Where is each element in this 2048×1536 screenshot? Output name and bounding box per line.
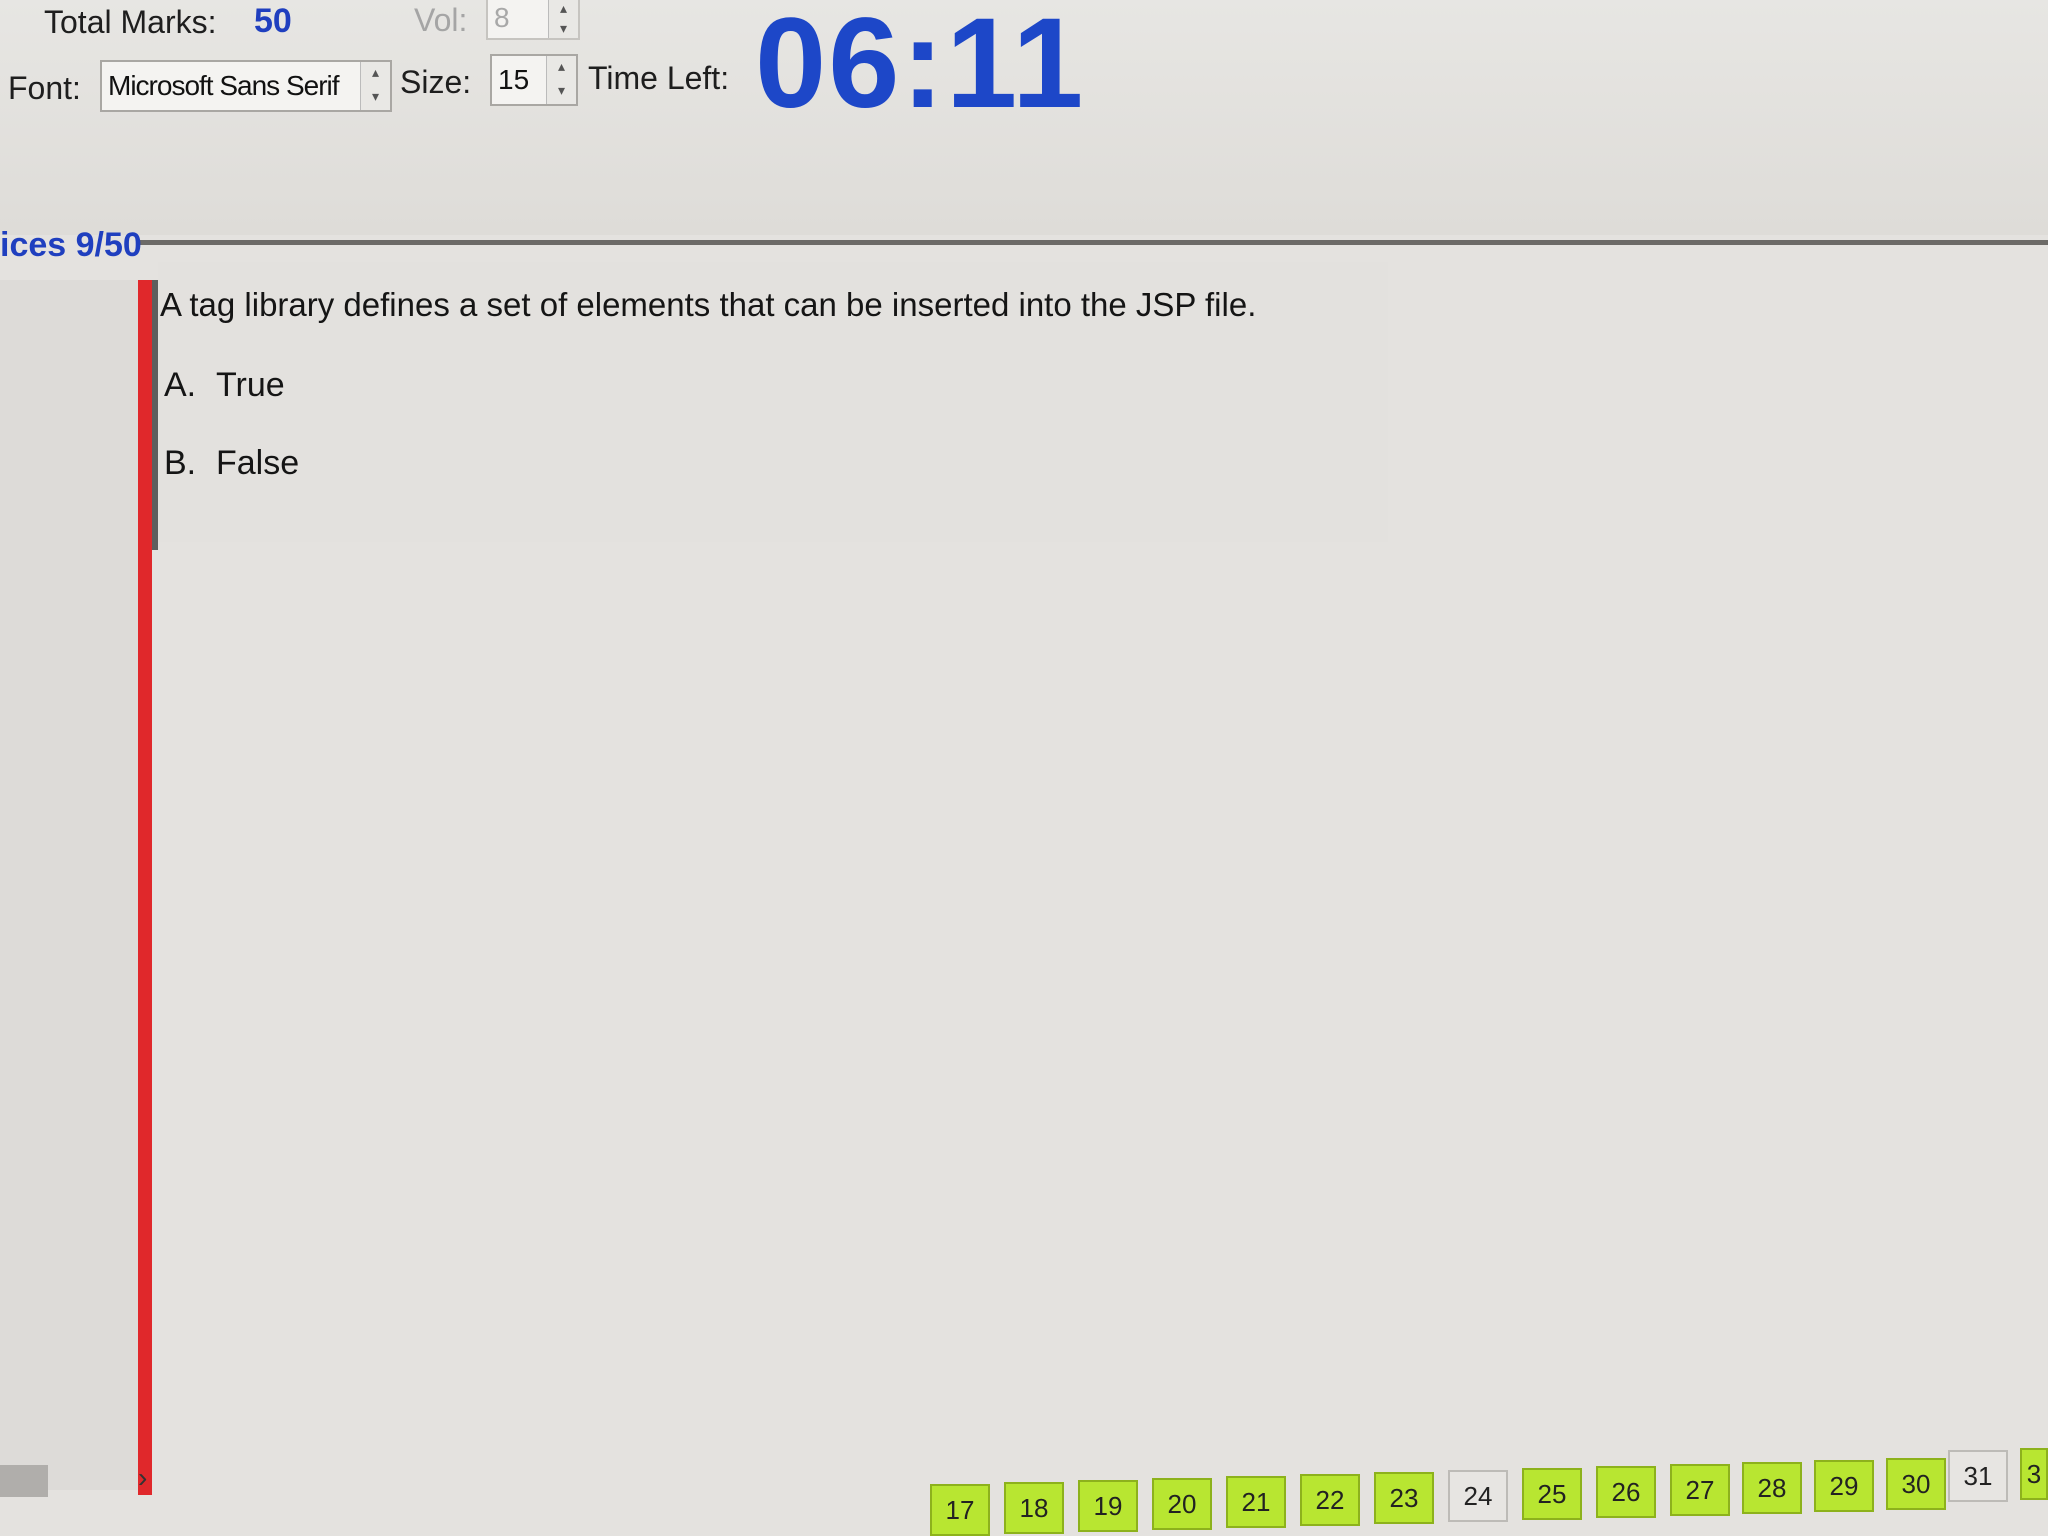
scroll-right-icon[interactable]: › (138, 1462, 147, 1494)
font-select-value: Microsoft Sans Serif (108, 70, 340, 101)
question-button[interactable]: 23 (1374, 1472, 1434, 1524)
option-b-label: False (216, 444, 300, 482)
question-button[interactable]: 26 (1596, 1466, 1656, 1518)
header-divider (140, 240, 2048, 245)
option-b[interactable]: B. False (164, 444, 299, 483)
size-label: Size: (400, 64, 472, 100)
question-button[interactable]: 30 (1886, 1458, 1946, 1510)
option-a-letter: A. (164, 366, 197, 404)
flag-bar (138, 280, 152, 1495)
size-value: 15 (498, 64, 530, 95)
time-left-value: 06:11 (755, 0, 1086, 135)
vol-spin-arrows[interactable]: ▴ ▾ (548, 0, 578, 38)
vol-label: Vol: (414, 2, 468, 38)
question-button[interactable]: 17 (930, 1484, 990, 1536)
font-label: Font: (8, 70, 81, 106)
question-button[interactable]: 29 (1814, 1460, 1874, 1512)
panel-edge (152, 280, 158, 550)
question-counter: ices 9/50 (0, 226, 142, 264)
total-marks-value: 50 (254, 2, 292, 40)
question-button[interactable]: 31 (1948, 1450, 2008, 1502)
question-button[interactable]: 20 (1152, 1478, 1212, 1530)
option-b-letter: B. (164, 444, 197, 482)
size-spin-arrows[interactable]: ▴ ▾ (546, 56, 576, 104)
horizontal-scroll-thumb[interactable] (0, 1465, 48, 1497)
vol-value: 8 (494, 2, 510, 33)
question-button[interactable]: 3 (2020, 1448, 2048, 1500)
question-list-pane (0, 280, 138, 1490)
question-button[interactable]: 28 (1742, 1462, 1802, 1514)
size-spinner[interactable]: 15 ▴ ▾ (490, 54, 578, 106)
question-text: A tag library defines a set of elements … (160, 286, 1257, 323)
question-button[interactable]: 25 (1522, 1468, 1582, 1520)
question-button[interactable]: 21 (1226, 1476, 1286, 1528)
question-button[interactable]: 24 (1448, 1470, 1508, 1522)
question-button[interactable]: 19 (1078, 1480, 1138, 1532)
question-button[interactable]: 22 (1300, 1474, 1360, 1526)
option-a-label: True (216, 366, 285, 404)
font-select[interactable]: Microsoft Sans Serif ▴ ▾ (100, 60, 392, 112)
vol-spinner[interactable]: 8 ▴ ▾ (486, 0, 580, 40)
total-marks-label: Total Marks: (44, 4, 217, 40)
option-a[interactable]: A. True (164, 366, 285, 405)
time-left-label: Time Left: (588, 60, 730, 96)
question-button[interactable]: 18 (1004, 1482, 1064, 1534)
question-navigator: 17 18 19 20 21 22 23 24 25 26 27 28 29 3… (600, 1440, 2048, 1536)
question-button[interactable]: 27 (1670, 1464, 1730, 1516)
font-spin-arrows[interactable]: ▴ ▾ (360, 62, 390, 110)
